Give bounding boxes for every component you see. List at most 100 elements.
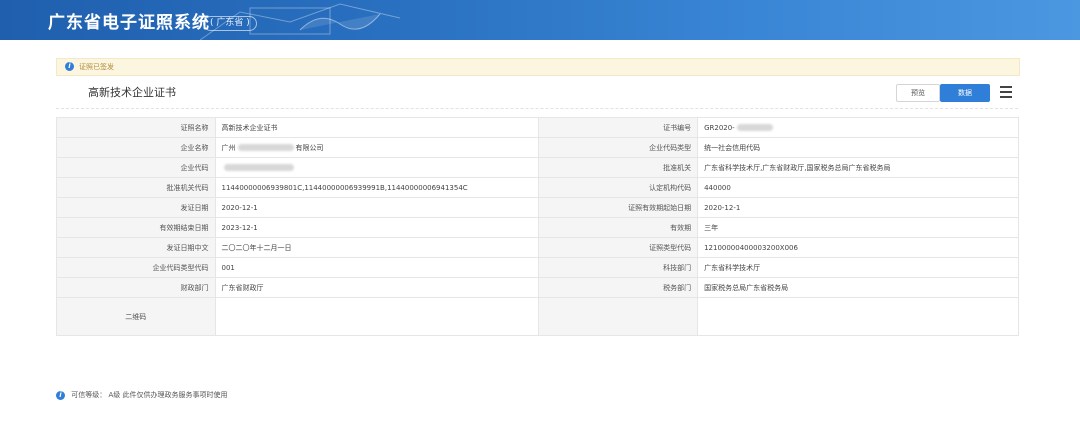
region-label: ( 广东省 )	[203, 16, 257, 31]
field-label-text: 企业名称	[180, 143, 209, 152]
field-label-text: 批准机关	[663, 163, 692, 172]
field-value: 统一社会信用代码	[697, 137, 1019, 158]
field-value-text: 统一社会信用代码	[704, 143, 761, 152]
field-label-text: 科技部门	[663, 263, 692, 272]
preview-button[interactable]: 预览	[896, 84, 940, 102]
field-label: 认定机构代码	[538, 177, 699, 198]
field-label: 证书编号	[538, 117, 699, 138]
table-row: 财政部门 广东省财政厅 税务部门 国家税务总局广东省税务局	[56, 277, 1019, 298]
field-value-text: 440000	[704, 183, 731, 192]
field-value-text: 三年	[704, 223, 719, 232]
table-row: 证照名称 高新技术企业证书 证书编号 GR2020-	[56, 117, 1019, 138]
field-value: 440000	[697, 177, 1019, 198]
field-value	[214, 157, 540, 178]
field-label-text: 企业代码类型代码	[152, 263, 209, 272]
field-value: 12100000400003200X006	[697, 237, 1019, 258]
field-value-text: 有限公司	[295, 143, 324, 152]
field-value: 国家税务总局广东省税务局	[697, 277, 1019, 298]
field-label-text: 有效期结束日期	[159, 223, 209, 232]
certificate-title: 高新技术企业证书	[88, 86, 176, 99]
field-label-text: 财政部门	[180, 283, 209, 292]
field-label-text: 证照类型代码	[649, 243, 692, 252]
footer-text: 可信等级： A级 此件仅供办理政务服务事项时使用	[71, 391, 228, 399]
field-value-text: 12100000400003200X006	[704, 243, 798, 252]
field-label: 有效期	[538, 217, 699, 238]
field-label: 批准机关代码	[56, 177, 216, 198]
field-label: 科技部门	[538, 257, 699, 278]
divider	[56, 108, 1018, 109]
field-value	[697, 297, 1019, 336]
field-label: 证照有效期起始日期	[538, 197, 699, 218]
field-label: 企业名称	[56, 137, 216, 158]
field-label-text: 批准机关代码	[166, 183, 209, 192]
redacted-mark	[736, 124, 773, 131]
field-label-text: 有效期	[670, 223, 692, 232]
hamburger-menu-icon[interactable]	[1000, 86, 1012, 98]
field-label: 企业代码类型	[538, 137, 699, 158]
field-value: GR2020-	[697, 117, 1019, 138]
field-label: 二维码	[56, 297, 216, 336]
certificate-data-table: 证照名称 高新技术企业证书 证书编号 GR2020- 企业名称 广州 有限公司 企业代码类型 统…	[56, 117, 1019, 336]
field-label: 发证日期	[56, 197, 216, 218]
field-label: 发证日期中文	[56, 237, 216, 258]
footer-note: i 可信等级： A级 此件仅供办理政务服务事项时使用	[56, 390, 227, 400]
field-label: 批准机关	[538, 157, 699, 178]
field-value-text: 广东省财政厅	[221, 283, 264, 292]
table-row: 二维码	[56, 297, 1019, 336]
field-value-text: 2020-12-1	[221, 203, 258, 212]
info-icon: i	[56, 390, 65, 400]
field-value: 广东省科学技术厅,广东省财政厅,国家税务总局广东省税务局	[697, 157, 1019, 178]
table-row: 有效期结束日期 2023-12-1 有效期 三年	[56, 217, 1019, 238]
field-value: 11440000006939801C,11440000006939991B,11…	[214, 177, 540, 198]
field-label: 财政部门	[56, 277, 216, 298]
field-label-text: 证照名称	[180, 123, 209, 132]
field-value-text: 广东省科学技术厅	[704, 263, 761, 272]
field-label: 证照类型代码	[538, 237, 699, 258]
field-value: 2020-12-1	[697, 197, 1019, 218]
table-row: 批准机关代码 11440000006939801C,114400000069399…	[56, 177, 1019, 198]
field-label: 证照名称	[56, 117, 216, 138]
field-value-text: 2023-12-1	[221, 223, 258, 232]
field-value	[214, 297, 540, 336]
field-label: 企业代码类型代码	[56, 257, 216, 278]
field-value: 广州 有限公司	[214, 137, 540, 158]
field-value-text: GR2020-	[704, 123, 735, 132]
field-value: 三年	[697, 217, 1019, 238]
app-title: 广东省电子证照系统	[48, 13, 210, 33]
field-label-text: 认定机构代码	[649, 183, 692, 192]
field-label-text: 发证日期	[180, 203, 209, 212]
field-value: 001	[214, 257, 540, 278]
field-value-text: 广州	[221, 143, 236, 152]
field-label-text: 二维码	[125, 312, 147, 321]
field-label-text: 企业代码	[180, 163, 209, 172]
field-value-text: 国家税务总局广东省税务局	[704, 283, 789, 292]
table-row: 企业名称 广州 有限公司 企业代码类型 统一社会信用代码	[56, 137, 1019, 158]
table-row: 发证日期 2020-12-1 证照有效期起始日期 2020-12-1	[56, 197, 1019, 218]
field-label	[538, 297, 699, 336]
field-label-text: 证书编号	[663, 123, 692, 132]
field-label-text: 税务部门	[663, 283, 692, 292]
field-value-text: 11440000006939801C,11440000006939991B,11…	[221, 183, 468, 192]
field-label-text: 发证日期中文	[166, 243, 209, 252]
field-label: 税务部门	[538, 277, 699, 298]
field-value: 2020-12-1	[214, 197, 540, 218]
field-label-text: 证照有效期起始日期	[628, 203, 692, 212]
field-value: 广东省财政厅	[214, 277, 540, 298]
redacted-mark	[223, 164, 294, 171]
data-button[interactable]: 数据	[940, 84, 990, 102]
table-row: 企业代码 批准机关 广东省科学技术厅,广东省财政厅,国家税务总局广东省税务局	[56, 157, 1019, 178]
field-value-text: 广东省科学技术厅,广东省财政厅,国家税务总局广东省税务局	[704, 163, 891, 172]
table-row: 发证日期中文 二〇二〇年十二月一日 证照类型代码 12100000400003200X…	[56, 237, 1019, 258]
notice-text: 证照已签发	[79, 63, 114, 71]
field-label-text: 企业代码类型	[649, 143, 692, 152]
field-value-text: 高新技术企业证书	[221, 123, 278, 132]
field-label: 企业代码	[56, 157, 216, 178]
field-value-text: 二〇二〇年十二月一日	[221, 243, 292, 252]
field-value-text: 001	[221, 263, 235, 272]
field-value-text: 2020-12-1	[704, 203, 741, 212]
field-label: 有效期结束日期	[56, 217, 216, 238]
redacted-mark	[237, 144, 294, 151]
info-icon: i	[65, 62, 74, 71]
status-notice: i 证照已签发	[56, 58, 1020, 76]
table-row: 企业代码类型代码 001 科技部门 广东省科学技术厅	[56, 257, 1019, 278]
